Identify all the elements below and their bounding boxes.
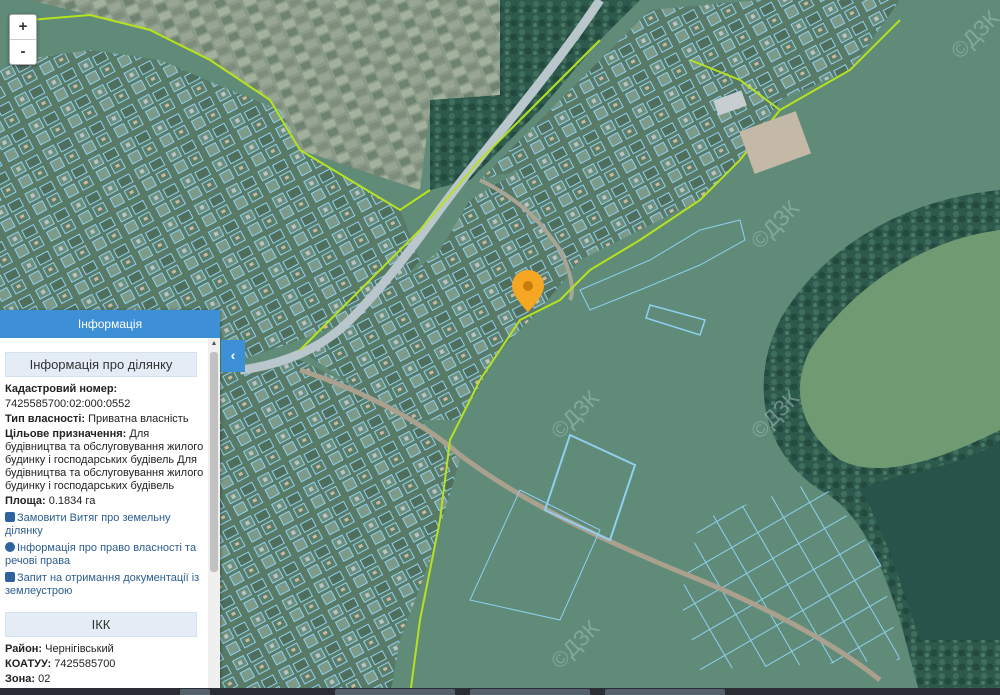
zoom-out-button[interactable]: - [10,39,36,64]
cadastral-label: Кадастровий номер: [5,383,118,395]
taskbar-item[interactable] [335,689,455,695]
taskbar-item[interactable] [605,689,725,695]
koatuu-row: КОАТУУ: 7425585700 [5,658,116,670]
info-icon [5,542,15,552]
ikk-section-title: ІКК [5,612,197,637]
request-link[interactable]: Запит на отримання документації із земле… [5,572,204,598]
rights-link[interactable]: Інформація про право власності та речові… [5,542,204,568]
document-icon [5,572,15,582]
taskbar-item[interactable] [470,689,590,695]
panel-header: Інформація [0,310,220,338]
scroll-thumb[interactable] [210,352,218,572]
info-panel: Інформація Інформація про ділянку Кадаст… [0,310,220,695]
chevron-left-icon: ‹ [230,347,236,363]
document-icon [5,512,15,522]
extract-link[interactable]: Замовити Витяг про земельну ділянку [5,512,204,538]
taskbar-item[interactable] [180,689,210,695]
area-row: Площа: 0.1834 га [5,495,96,507]
zoom-in-button[interactable]: + [10,15,36,39]
ownership-row: Тип власності: Приватна власність [5,413,189,425]
purpose-row: Цільове призначення: Для будівництва та … [5,428,204,492]
panel-scrollbar[interactable]: ▲ [208,338,220,695]
taskbar [0,688,1000,695]
district-row: Район: Чернігівський [5,643,114,655]
cadastral-value: 7425585700:02:000:0552 [5,398,131,410]
collapse-panel-button[interactable]: ‹ [221,340,245,372]
zone-row: Зона: 02 [5,673,51,685]
scroll-up-icon[interactable]: ▲ [208,338,220,350]
panel-content[interactable]: Інформація про ділянку Кадастровий номер… [0,338,208,695]
parcel-section-title: Інформація про ділянку [5,352,197,377]
zoom-control: + - [9,14,37,65]
